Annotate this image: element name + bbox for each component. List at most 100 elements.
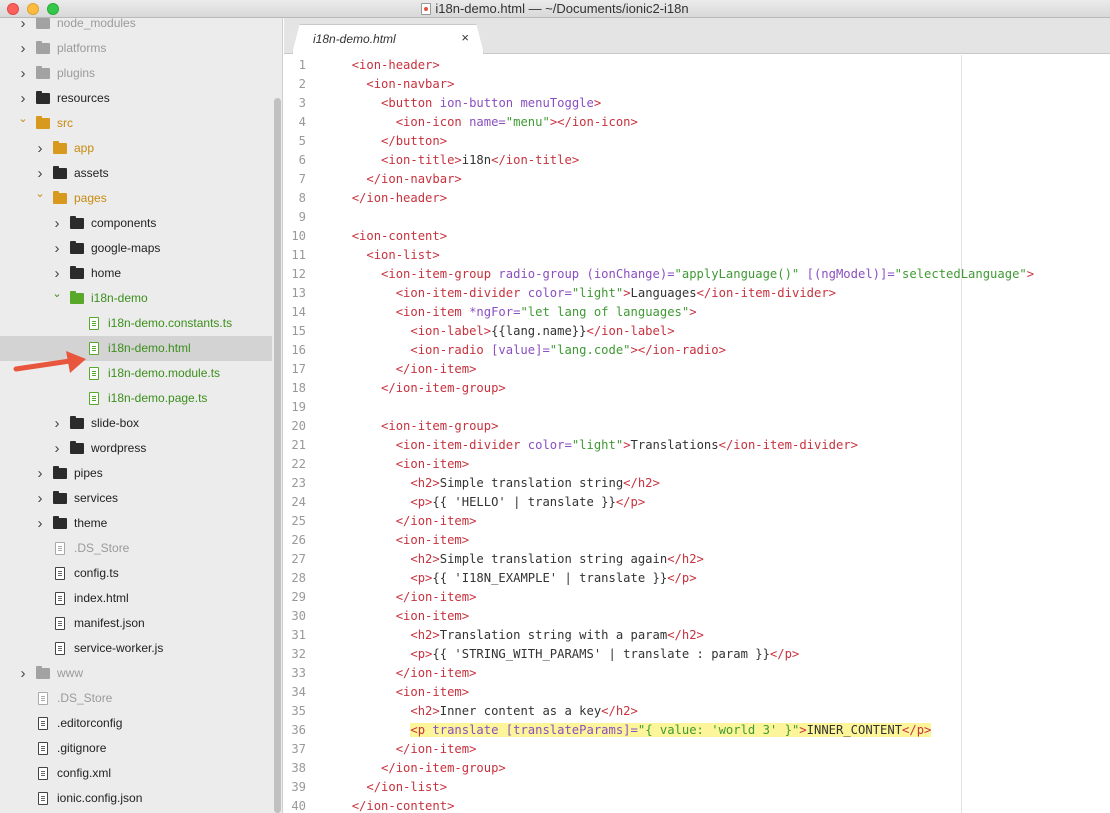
chevron-down-icon[interactable]: ⌄ [52,282,62,307]
code-line[interactable]: 18 </ion-item-group> [284,379,1110,398]
sidebar-scrollbar[interactable] [272,18,282,813]
code-line[interactable]: 30 <ion-item> [284,607,1110,626]
tree-item[interactable]: ⌄ pages [0,186,272,211]
code-line[interactable]: 6 <ion-title>i18n</ion-title> [284,151,1110,170]
chevron-right-icon[interactable]: › [52,436,62,461]
chevron-right-icon[interactable]: › [35,461,45,486]
chevron-down-icon[interactable]: ⌄ [18,107,28,132]
code-line[interactable]: 3 <button ion-button menuToggle> [284,94,1110,113]
tree-item[interactable]: service-worker.js [0,636,272,661]
chevron-right-icon[interactable]: › [52,211,62,236]
chevron-right-icon[interactable]: › [52,411,62,436]
code-line[interactable]: 2 <ion-navbar> [284,75,1110,94]
tree-item[interactable]: .DS_Store [0,536,272,561]
tree-item[interactable]: › platforms [0,36,272,61]
code-editor[interactable]: 1 <ion-header> 2 <ion-navbar> 3 <button io… [284,55,1110,813]
tree-item[interactable]: ⌄ i18n-demo [0,286,272,311]
chevron-right-icon[interactable]: › [18,18,28,36]
tree-item[interactable]: › resources [0,86,272,111]
chevron-down-icon[interactable]: ⌄ [35,182,45,207]
code-line[interactable]: 4 <ion-icon name="menu"></ion-icon> [284,113,1110,132]
code-line[interactable]: 10 <ion-content> [284,227,1110,246]
code-line[interactable]: 8 </ion-header> [284,189,1110,208]
code-line[interactable]: 38 </ion-item-group> [284,759,1110,778]
tree-item[interactable]: › components [0,211,272,236]
code-line[interactable]: 15 <ion-label>{{lang.name}}</ion-label> [284,322,1110,341]
tree-item[interactable]: › pipes [0,461,272,486]
tree-item[interactable]: › google-maps [0,236,272,261]
folder-icon [36,18,50,29]
code-line[interactable]: 32 <p>{{ 'STRING_WITH_PARAMS' | translat… [284,645,1110,664]
tree-item[interactable]: .DS_Store [0,686,272,711]
code-line[interactable]: 34 <ion-item> [284,683,1110,702]
code-line[interactable]: 19 [284,398,1110,417]
chevron-right-icon[interactable]: › [18,36,28,61]
code-line[interactable]: 22 <ion-item> [284,455,1110,474]
code-token: <p [410,723,426,737]
tree-item[interactable]: › slide-box [0,411,272,436]
code-line[interactable]: 20 <ion-item-group> [284,417,1110,436]
chevron-right-icon[interactable]: › [35,511,45,536]
code-line[interactable]: 9 [284,208,1110,227]
code-line[interactable]: 37 </ion-item> [284,740,1110,759]
code-line[interactable]: 21 <ion-item-divider color="light">Trans… [284,436,1110,455]
code-text: <ion-item> [337,455,469,474]
tree-item[interactable]: › theme [0,511,272,536]
code-line[interactable]: 26 <ion-item> [284,531,1110,550]
tree-item[interactable]: ⌄ src [0,111,272,136]
tree-item[interactable]: i18n-demo.constants.ts [0,311,272,336]
code-line[interactable]: 28 <p>{{ 'I18N_EXAMPLE' | translate }}</… [284,569,1110,588]
tree-item[interactable]: config.xml [0,761,272,786]
chevron-right-icon[interactable]: › [52,236,62,261]
code-line[interactable]: 27 <h2>Simple translation string again</… [284,550,1110,569]
tree-item[interactable]: index.html [0,586,272,611]
code-line[interactable]: 7 </ion-navbar> [284,170,1110,189]
line-number: 33 [291,666,306,680]
tree-item[interactable]: ionic.config.json [0,786,272,811]
code-line[interactable]: 1 <ion-header> [284,56,1110,75]
chevron-right-icon[interactable]: › [18,61,28,86]
code-line[interactable]: 14 <ion-item *ngFor="let lang of languag… [284,303,1110,322]
code-line[interactable]: 25 </ion-item> [284,512,1110,531]
window-title: i18n-demo.html — ~/Documents/ionic2-i18n [435,1,689,16]
tree-item[interactable]: › plugins [0,61,272,86]
code-line[interactable]: 13 <ion-item-divider color="light">Langu… [284,284,1110,303]
code-line[interactable]: 12 <ion-item-group radio-group (ionChang… [284,265,1110,284]
tree-item-label: .DS_Store [74,541,130,555]
code-line[interactable]: 5 </button> [284,132,1110,151]
code-line[interactable]: 29 </ion-item> [284,588,1110,607]
tree-item[interactable]: manifest.json [0,611,272,636]
code-line[interactable]: 33 </ion-item> [284,664,1110,683]
code-line[interactable]: 17 </ion-item> [284,360,1110,379]
project-tree-sidebar[interactable]: › node_modules › platforms › plugins › resource… [0,18,283,813]
code-token: name= [461,115,506,129]
tree-item[interactable]: i18n-demo.page.ts [0,386,272,411]
tree-item[interactable]: › home [0,261,272,286]
tree-item[interactable]: › app [0,136,272,161]
chevron-right-icon[interactable]: › [35,136,45,161]
tree-item[interactable]: › wordpress [0,436,272,461]
code-line[interactable]: 40 </ion-content> [284,797,1110,813]
tree-item[interactable]: config.ts [0,561,272,586]
code-line[interactable]: 24 <p>{{ 'HELLO' | translate }}</p> [284,493,1110,512]
code-line[interactable]: 11 <ion-list> [284,246,1110,265]
code-line[interactable]: 36 <p translate [translateParams]="{ val… [284,721,1110,740]
tree-item[interactable]: › node_modules [0,18,272,36]
tree-item[interactable]: › www [0,661,272,686]
tree-item[interactable]: › services [0,486,272,511]
tree-item[interactable]: .gitignore [0,736,272,761]
code-line[interactable]: 31 <h2>Translation string with a param</… [284,626,1110,645]
chevron-right-icon[interactable]: › [35,486,45,511]
code-line[interactable]: 16 <ion-radio [value]="lang.code"></ion-… [284,341,1110,360]
code-line[interactable]: 35 <h2>Inner content as a key</h2> [284,702,1110,721]
code-line[interactable]: 23 <h2>Simple translation string</h2> [284,474,1110,493]
tree-item[interactable]: .editorconfig [0,711,272,736]
sidebar-scroll-thumb[interactable] [274,98,281,813]
code-line[interactable]: 39 </ion-list> [284,778,1110,797]
chevron-right-icon[interactable]: › [18,661,28,686]
tab-close-icon[interactable]: × [461,30,469,45]
code-token: </h2> [601,704,638,718]
code-token: </ion-item> [395,362,477,376]
tab-i18n-demo-html[interactable]: i18n-demo.html × [292,24,484,54]
